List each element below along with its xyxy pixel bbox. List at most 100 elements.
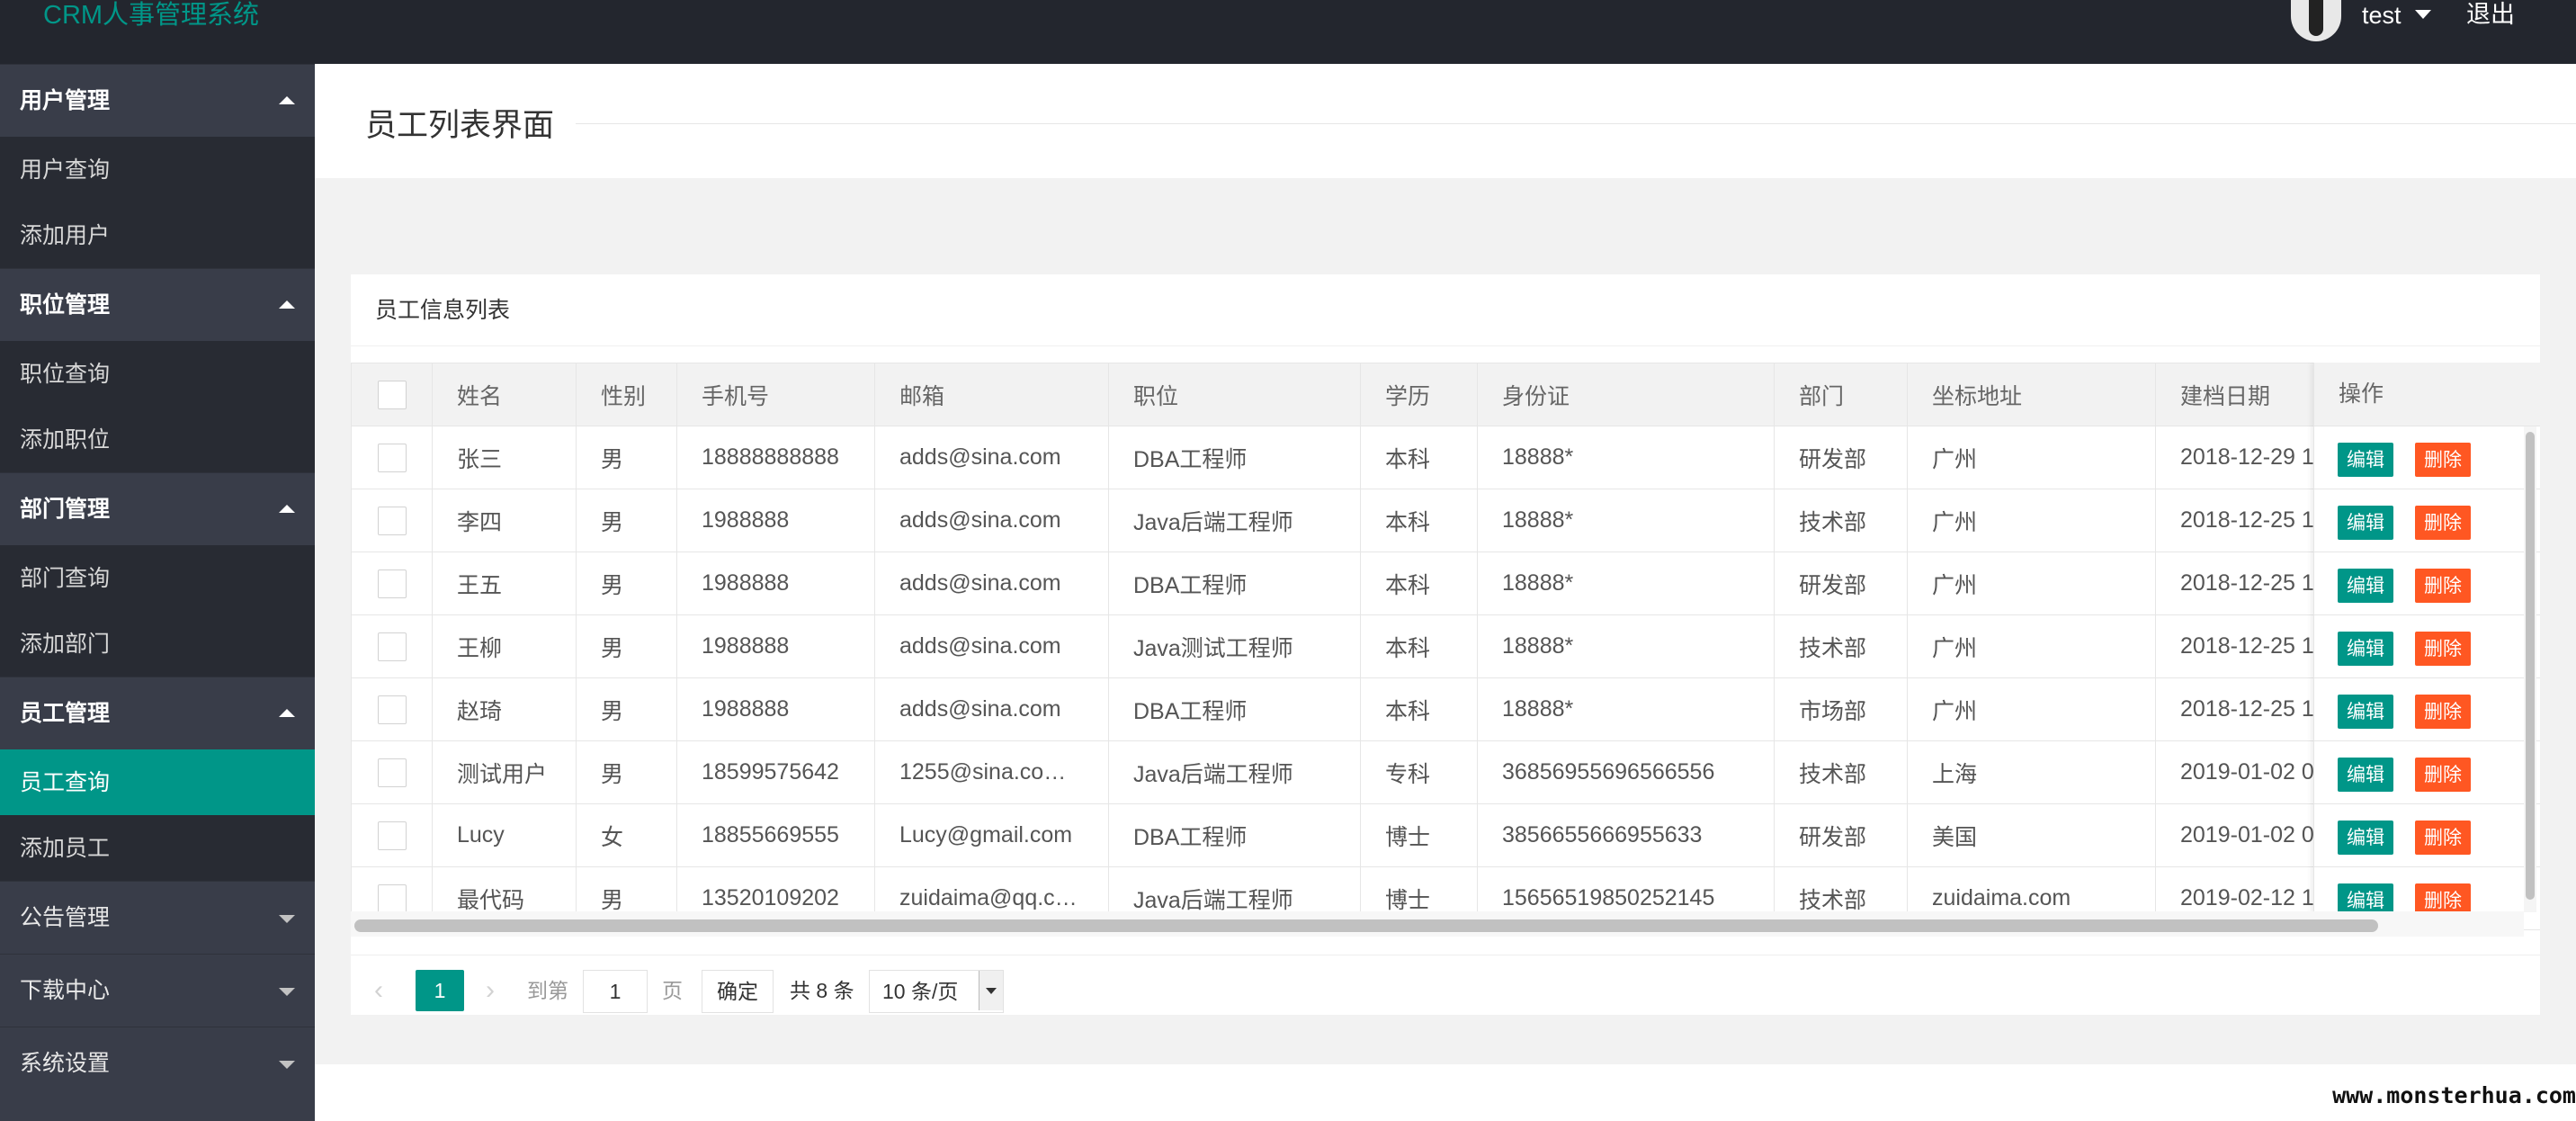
delete-button[interactable]: 删除: [2415, 695, 2471, 729]
delete-button[interactable]: 删除: [2415, 443, 2471, 477]
sidebar-item[interactable]: 添加部门: [0, 611, 315, 677]
column-header[interactable]: 坐标地址: [1907, 363, 2156, 426]
edit-button[interactable]: 编辑: [2338, 443, 2393, 477]
row-checkbox[interactable]: [377, 569, 407, 598]
table-cell: DBA工程师: [1108, 552, 1361, 615]
table-cell: 18888*: [1477, 614, 1775, 678]
edit-button[interactable]: 编辑: [2338, 821, 2393, 855]
chevron-up-icon: [279, 96, 295, 104]
delete-button[interactable]: 删除: [2415, 821, 2471, 855]
column-header[interactable]: 学历: [1360, 363, 1478, 426]
page-size-select[interactable]: 10 条/页: [869, 970, 1004, 1013]
delete-button[interactable]: 删除: [2415, 569, 2471, 603]
row-checkbox[interactable]: [377, 506, 407, 535]
sidebar-item[interactable]: 添加用户: [0, 202, 315, 268]
delete-button[interactable]: 删除: [2415, 632, 2471, 666]
table-row[interactable]: 赵琦男 1988888 adds@sina.com DBA工程师 本科 18888* 市场部…: [351, 677, 2354, 741]
app-logo[interactable]: CRM人事管理系统: [43, 0, 259, 31]
nav-group-6[interactable]: 系统设置: [0, 1027, 315, 1099]
table-cell: 18888*: [1477, 677, 1775, 741]
row-checkbox[interactable]: [377, 883, 407, 913]
user-avatar[interactable]: [2291, 0, 2341, 41]
chevron-down-icon: [279, 988, 295, 996]
goto-page-input[interactable]: 1: [583, 970, 648, 1013]
nav-group-2[interactable]: 部门管理: [0, 472, 315, 545]
table-cell: adds@sina.com: [874, 489, 1109, 552]
sidebar-item[interactable]: 员工查询: [0, 749, 315, 815]
table-cell: 18599575642: [676, 740, 875, 804]
delete-button[interactable]: 删除: [2415, 506, 2471, 540]
select-all-checkbox[interactable]: [377, 380, 407, 409]
table-cell: 36856955696566556: [1477, 740, 1775, 804]
scrollbar-thumb[interactable]: [2526, 432, 2535, 900]
table-cell: Java测试工程师: [1108, 614, 1361, 678]
column-header[interactable]: 性别: [576, 363, 677, 426]
row-checkbox[interactable]: [377, 443, 407, 472]
edit-button[interactable]: 编辑: [2338, 632, 2393, 666]
nav-group-1[interactable]: 职位管理: [0, 268, 315, 341]
chevron-down-icon: [279, 915, 295, 923]
row-checkbox[interactable]: [377, 632, 407, 661]
scrollbar-thumb[interactable]: [354, 919, 2378, 932]
chevron-down-icon[interactable]: [2415, 10, 2431, 19]
table-cell: 男: [576, 489, 677, 552]
table-cell: 广州: [1907, 614, 2156, 678]
table-cell: 1255@sina.co…: [874, 740, 1109, 804]
next-page-icon[interactable]: ›: [486, 970, 495, 1011]
edit-button[interactable]: 编辑: [2338, 569, 2393, 603]
nav-group-label: 职位管理: [20, 291, 111, 318]
confirm-button[interactable]: 确定: [702, 970, 774, 1013]
column-header[interactable]: 姓名: [432, 363, 577, 426]
table-cell: adds@sina.com: [874, 426, 1109, 489]
employee-card: 员工信息列表 姓名 性别 手机号 邮箱 职位 学历 身份证 部门 坐标地址 建档日期 张三男 18888…: [351, 274, 2540, 1015]
page-1-button[interactable]: 1: [416, 970, 464, 1011]
table-cell: 技术部: [1774, 489, 1908, 552]
table-cell: 1988888: [676, 489, 875, 552]
row-select-cell: [351, 489, 433, 552]
nav-submenu: 职位查询 添加职位: [0, 341, 315, 472]
logout-link[interactable]: 退出: [2466, 0, 2515, 31]
chevron-down-icon: [279, 1061, 295, 1069]
nav-group-3[interactable]: 员工管理: [0, 677, 315, 749]
edit-button[interactable]: 编辑: [2338, 758, 2393, 792]
sidebar-item[interactable]: 部门查询: [0, 545, 315, 611]
column-header[interactable]: 手机号: [676, 363, 875, 426]
nav-group-0[interactable]: 用户管理: [0, 64, 315, 137]
table-cell: Lucy@gmail.com: [874, 803, 1109, 867]
nav-group-5[interactable]: 下载中心: [0, 954, 315, 1027]
dropdown-arrow-icon[interactable]: [979, 971, 1003, 1010]
sidebar-item[interactable]: 职位查询: [0, 341, 315, 407]
table-cell: 1988888: [676, 552, 875, 615]
row-checkbox[interactable]: [377, 695, 407, 724]
table-row[interactable]: 李四男 1988888 adds@sina.com Java后端工程师 本科 18888*…: [351, 489, 2354, 552]
horizontal-scrollbar[interactable]: [351, 911, 2524, 937]
edit-button[interactable]: 编辑: [2338, 506, 2393, 540]
table-row[interactable]: 王柳男 1988888 adds@sina.com Java测试工程师 本科 18888*…: [351, 614, 2354, 678]
sidebar-item[interactable]: 用户查询: [0, 137, 315, 202]
row-select-cell: [351, 740, 433, 804]
table-cell: 18888*: [1477, 426, 1775, 489]
sidebar-item[interactable]: 添加职位: [0, 407, 315, 472]
edit-button[interactable]: 编辑: [2338, 695, 2393, 729]
row-checkbox[interactable]: [377, 821, 407, 850]
table-cell: Lucy: [432, 803, 577, 867]
column-header[interactable]: 邮箱: [874, 363, 1109, 426]
sidebar-item[interactable]: 添加员工: [0, 815, 315, 881]
delete-button[interactable]: 删除: [2415, 758, 2471, 792]
table-row[interactable]: Lucy 女 18855669555 Lucy@gmail.com DBA工程师 博士 38…: [351, 803, 2354, 867]
nav-group-4[interactable]: 公告管理: [0, 881, 315, 954]
table-row[interactable]: 张三男 18888888888 adds@sina.com DBA工程师 本科 18888…: [351, 426, 2354, 489]
column-header[interactable]: 身份证: [1477, 363, 1775, 426]
user-menu[interactable]: test: [2362, 0, 2402, 31]
operations-column: 操作 编辑 删除 编辑 删除 编辑 删除 编辑 删除 编辑 删除 编辑 删除 编辑 删除 编辑 删除: [2313, 363, 2540, 937]
row-select-cell: [351, 426, 433, 489]
vertical-scrollbar[interactable]: [2524, 426, 2536, 912]
column-header[interactable]: 职位: [1108, 363, 1361, 426]
column-header[interactable]: 部门: [1774, 363, 1908, 426]
operations-row: 编辑 删除: [2314, 426, 2540, 489]
operations-row: 编辑 删除: [2314, 678, 2540, 741]
table-row[interactable]: 王五男 1988888 adds@sina.com DBA工程师 本科 18888* 研发部…: [351, 552, 2354, 615]
row-checkbox[interactable]: [377, 758, 407, 787]
prev-page-icon[interactable]: ‹: [374, 970, 383, 1011]
table-row[interactable]: 测试用户男 18599575642 1255@sina.co… Java后端工程师 专科…: [351, 740, 2354, 804]
